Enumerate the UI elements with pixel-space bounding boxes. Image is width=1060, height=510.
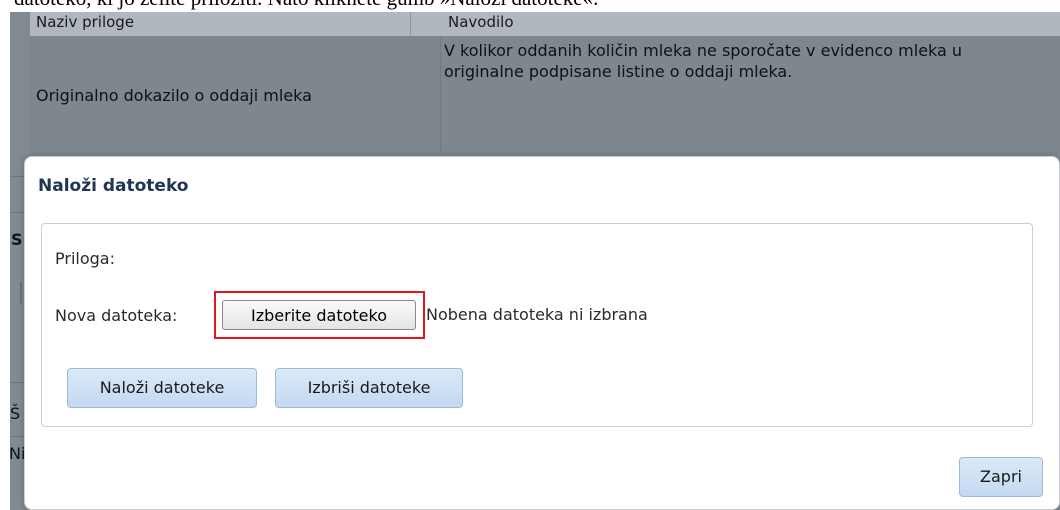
delete-files-button[interactable]: Izbriši datoteke: [275, 368, 463, 408]
close-button[interactable]: Zapri: [959, 457, 1043, 497]
background-divider: [20, 282, 22, 304]
column-header-instructions: Navodilo: [448, 13, 514, 31]
background-fragment: S: [11, 230, 23, 249]
column-divider: [440, 36, 441, 154]
instruction-line: originalne podpisane listine o oddaji ml…: [444, 62, 793, 81]
choose-file-button[interactable]: Izberite datoteko: [222, 300, 416, 330]
file-status-text: Nobena datoteka ni izbrana: [426, 305, 648, 324]
background-divider: [10, 436, 24, 437]
attachments-table-header: Naziv priloge Navodilo: [30, 12, 1060, 36]
background-fragment: Ni: [9, 444, 26, 463]
attachment-name-cell: Originalno dokazilo o oddaji mleka: [36, 86, 312, 105]
upload-file-dialog: Naloži datoteko Priloga: Nova datoteka: …: [24, 156, 1060, 510]
attachment-instruction-cell: V kolikor oddanih količin mleka ne sporo…: [444, 40, 1060, 82]
instruction-line: V kolikor oddanih količin mleka ne sporo…: [444, 41, 963, 60]
new-file-label: Nova datoteka:: [55, 306, 178, 325]
background-fragment: Š: [10, 404, 21, 423]
background-divider: [10, 382, 24, 383]
attachment-label: Priloga:: [55, 249, 115, 268]
background-divider: [10, 212, 24, 213]
column-divider: [410, 12, 411, 36]
column-header-name: Naziv priloge: [36, 13, 135, 31]
upload-files-button[interactable]: Naloži datoteke: [67, 368, 257, 408]
table-row: Originalno dokazilo o oddaji mleka V kol…: [30, 36, 1060, 154]
background-divider: [10, 176, 24, 177]
dialog-title: Naloži datoteko: [38, 176, 189, 196]
